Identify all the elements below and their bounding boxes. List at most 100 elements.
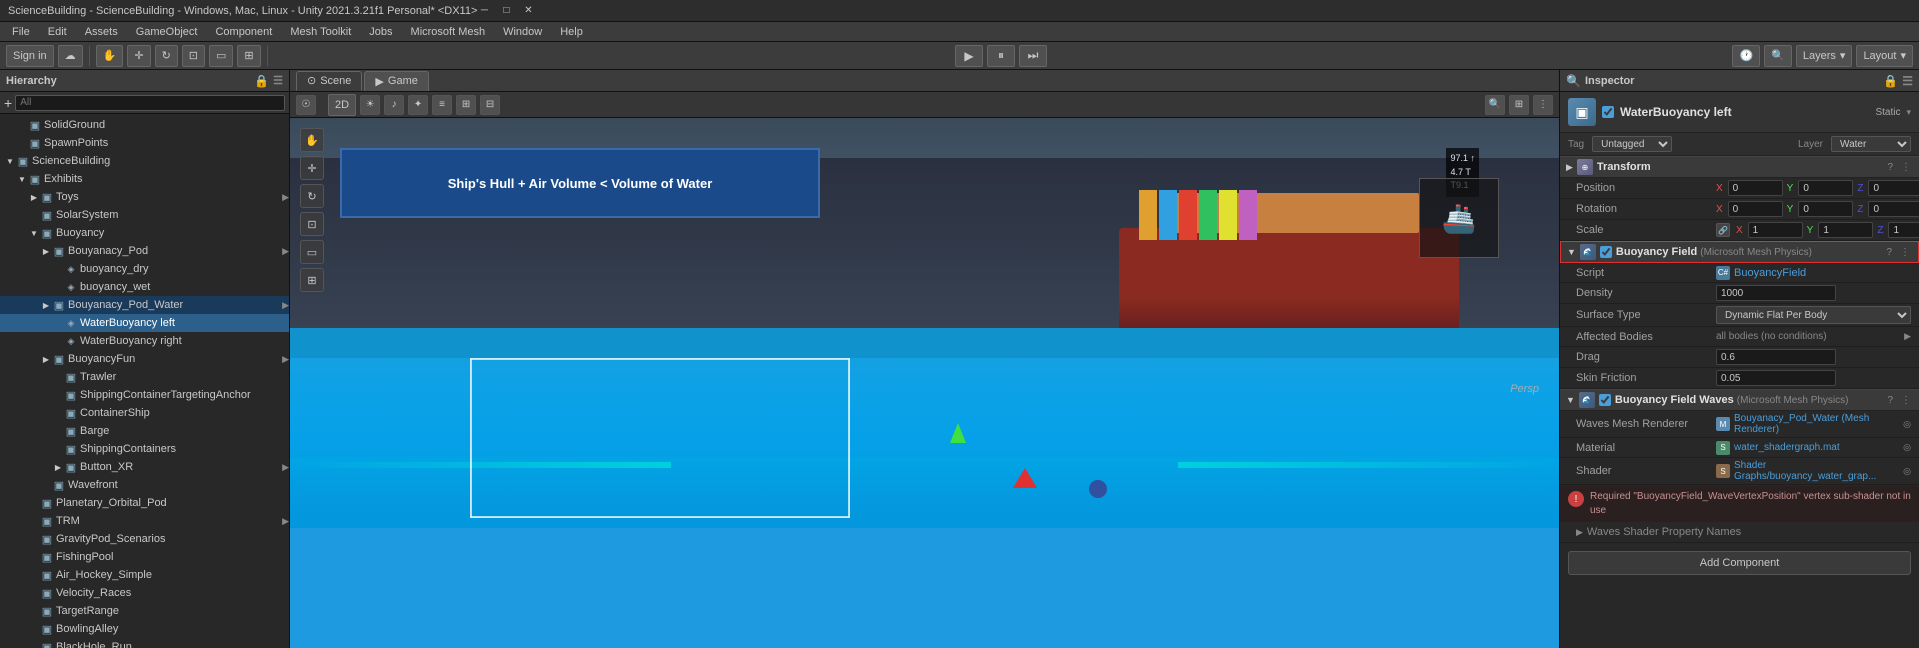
layers-dropdown[interactable]: Layers ▾ <box>1796 45 1853 67</box>
search-scene-button[interactable]: 🔍 <box>1485 95 1505 115</box>
minimize-button[interactable]: ─ <box>477 4 491 18</box>
buoyancy-field-waves-help-icon[interactable]: ? <box>1885 395 1895 406</box>
scale-link-button[interactable]: 🔗 <box>1716 223 1730 237</box>
bf-skin-friction-input[interactable] <box>1716 370 1836 386</box>
tree-item-bouyanacy-pod-water[interactable]: ▶ ▣ Bouyanacy_Pod_Water ▶ <box>0 296 289 314</box>
tree-item-blackhole-run[interactable]: ▣ BlackHole_Run <box>0 638 289 648</box>
hierarchy-add-icon[interactable]: + <box>4 95 12 111</box>
tree-item-buoyancy[interactable]: ▼ ▣ Buoyancy <box>0 224 289 242</box>
bf-surface-type-dropdown[interactable]: Dynamic Flat Per Body <box>1716 306 1911 324</box>
scale-z-input[interactable] <box>1888 222 1919 238</box>
tree-item-shippingcontainers[interactable]: ▣ ShippingContainers <box>0 440 289 458</box>
tree-item-planetary-orbital-pod[interactable]: ▣ Planetary_Orbital_Pod <box>0 494 289 512</box>
tree-item-targetrange[interactable]: ▣ TargetRange <box>0 602 289 620</box>
tree-item-sciencebuilding[interactable]: ▼ ▣ ScienceBuilding <box>0 152 289 170</box>
tree-item-solarsystem[interactable]: ▣ SolarSystem <box>0 206 289 224</box>
scene-settings-button[interactable]: ≡ <box>432 95 452 115</box>
object-enabled-checkbox[interactable] <box>1602 106 1614 118</box>
inspector-lock-icon[interactable]: 🔒 <box>1883 74 1898 88</box>
add-component-button[interactable]: Add Component <box>1568 551 1911 575</box>
tree-item-exhibits[interactable]: ▼ ▣ Exhibits <box>0 170 289 188</box>
gizmos-button[interactable]: ⊞ <box>456 95 476 115</box>
bfw-material-more-icon[interactable]: ◎ <box>1903 442 1911 453</box>
play-button[interactable]: ▶ <box>955 45 983 67</box>
buoyancy-field-component-header[interactable]: ▼ 🌊 Buoyancy Field (Microsoft Mesh Physi… <box>1560 241 1919 263</box>
step-button[interactable]: ⏭ <box>1019 45 1047 67</box>
buoyancy-field-checkbox[interactable] <box>1600 246 1612 258</box>
menu-help[interactable]: Help <box>552 24 591 40</box>
scale-tool-button[interactable]: ⊡ <box>182 45 205 67</box>
menu-microsoft-mesh[interactable]: Microsoft Mesh <box>403 24 494 40</box>
tree-item-solidground[interactable]: ▣ SolidGround <box>0 116 289 134</box>
transform-menu-icon[interactable]: ⋮ <box>1899 162 1913 173</box>
more-button[interactable]: ⋮ <box>1533 95 1553 115</box>
tree-item-trawler[interactable]: ▣ Trawler <box>0 368 289 386</box>
tree-item-buoyancy-dry[interactable]: ◈ buoyancy_dry <box>0 260 289 278</box>
scale-x-input[interactable] <box>1748 222 1803 238</box>
tree-item-wavefront[interactable]: ▣ Wavefront <box>0 476 289 494</box>
scale-y-input[interactable] <box>1818 222 1873 238</box>
button-xr-more-icon[interactable]: ▶ <box>282 462 289 473</box>
tree-item-bowlingalley[interactable]: ▣ BowlingAlley <box>0 620 289 638</box>
tree-item-button-xr[interactable]: ▶ ▣ Button_XR ▶ <box>0 458 289 476</box>
menu-gameobject[interactable]: GameObject <box>128 24 206 40</box>
cloud-button[interactable]: ☁ <box>58 45 83 67</box>
layout-dropdown[interactable]: Layout ▾ <box>1856 45 1913 67</box>
close-button[interactable]: ✕ <box>521 4 535 18</box>
tag-dropdown[interactable]: Untagged <box>1592 136 1672 152</box>
static-dropdown-arrow[interactable]: ▾ <box>1906 107 1911 118</box>
inspector-menu-icon[interactable]: ☰ <box>1902 74 1913 88</box>
tree-item-buoyancyfun[interactable]: ▶ ▣ BuoyancyFun ▶ <box>0 350 289 368</box>
bf-drag-input[interactable] <box>1716 349 1836 365</box>
tree-item-gravitypod-scenarios[interactable]: ▣ GravityPod_Scenarios <box>0 530 289 548</box>
tree-item-trm[interactable]: ▣ TRM ▶ <box>0 512 289 530</box>
rect-tool-button[interactable]: ▭ <box>209 45 233 67</box>
2d-toggle-button[interactable]: 2D <box>328 94 356 116</box>
tree-item-velocity-races[interactable]: ▣ Velocity_Races <box>0 584 289 602</box>
transform-component-header[interactable]: ▶ ⊕ Transform ? ⋮ <box>1560 156 1919 178</box>
rect-gizmo-button[interactable]: ▭ <box>300 240 324 264</box>
move-gizmo-button[interactable]: ✛ <box>300 156 324 180</box>
menu-mesh-toolkit[interactable]: Mesh Toolkit <box>282 24 359 40</box>
hierarchy-menu-icon[interactable]: ☰ <box>273 74 283 87</box>
bf-affected-bodies-more-icon[interactable]: ▶ <box>1904 331 1911 342</box>
menu-edit[interactable]: Edit <box>40 24 75 40</box>
menu-file[interactable]: File <box>4 24 38 40</box>
layer-dropdown[interactable]: Water <box>1831 136 1911 152</box>
bfw-mesh-renderer-more-icon[interactable]: ◎ <box>1903 419 1911 430</box>
search-button[interactable]: 🔍 <box>1764 45 1792 67</box>
rotation-z-input[interactable] <box>1868 201 1919 217</box>
scale-gizmo-button[interactable]: ⊡ <box>300 212 324 236</box>
sign-in-button[interactable]: Sign in <box>6 45 54 67</box>
audio-button[interactable]: ♪ <box>384 95 404 115</box>
buoyancy-field-menu-icon[interactable]: ⋮ <box>1898 247 1912 258</box>
position-z-input[interactable] <box>1868 180 1919 196</box>
tree-item-barge[interactable]: ▣ Barge <box>0 422 289 440</box>
tree-item-containership[interactable]: ▣ ContainerShip <box>0 404 289 422</box>
menu-jobs[interactable]: Jobs <box>361 24 400 40</box>
buoyancy-field-waves-checkbox[interactable] <box>1599 394 1611 406</box>
transform-gizmo-button[interactable]: ⊞ <box>300 268 324 292</box>
tab-game[interactable]: ▶ Game <box>364 71 428 91</box>
buoyancyfun-more-icon[interactable]: ▶ <box>282 354 289 365</box>
maximize-button[interactable]: □ <box>499 4 513 18</box>
bouyanacy-pod-more-icon[interactable]: ▶ <box>282 246 289 257</box>
grid-button[interactable]: ⊞ <box>1509 95 1529 115</box>
history-button[interactable]: 🕐 <box>1732 45 1760 67</box>
tree-item-fishingpool[interactable]: ▣ FishingPool <box>0 548 289 566</box>
rotate-tool-button[interactable]: ↻ <box>155 45 178 67</box>
rotation-x-input[interactable] <box>1728 201 1783 217</box>
gizmo-toggle-button[interactable]: ☉ <box>296 95 316 115</box>
tree-item-shipping-container-targeting[interactable]: ▣ ShippingContainerTargetingAnchor <box>0 386 289 404</box>
bouyanacy-pod-water-more-icon[interactable]: ▶ <box>282 300 289 311</box>
move-tool-button[interactable]: ✛ <box>127 45 150 67</box>
tree-item-spawnpoints[interactable]: ▣ SpawnPoints <box>0 134 289 152</box>
rotation-y-input[interactable] <box>1798 201 1853 217</box>
tree-item-bouyanacy-pod[interactable]: ▶ ▣ Bouyanacy_Pod ▶ <box>0 242 289 260</box>
bfw-shader-more-icon[interactable]: ◎ <box>1903 466 1911 477</box>
lighting-button[interactable]: ☀ <box>360 95 380 115</box>
scene-viewport[interactable]: Ship's Hull + Air Volume < Volume of Wat… <box>290 118 1559 648</box>
overlay-button[interactable]: ⊟ <box>480 95 500 115</box>
transform-help-icon[interactable]: ? <box>1885 162 1895 173</box>
trm-more-icon[interactable]: ▶ <box>282 516 289 527</box>
